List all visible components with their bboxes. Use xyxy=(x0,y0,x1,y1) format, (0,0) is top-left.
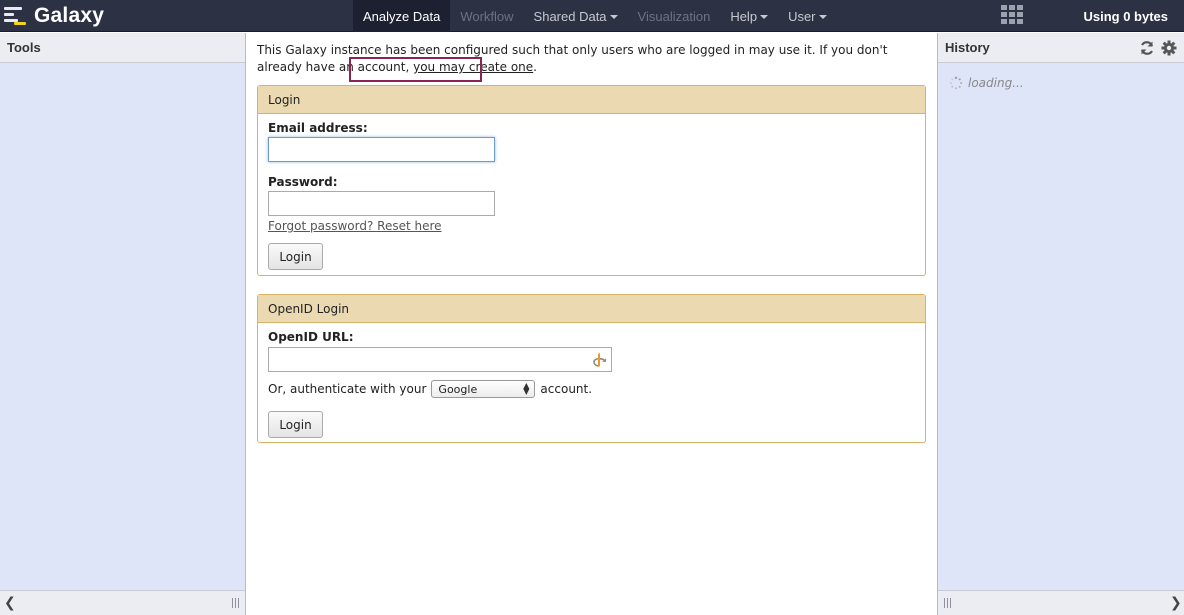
email-label: Email address: xyxy=(268,121,368,135)
tab-label: User xyxy=(788,8,816,24)
openid-url-label: OpenID URL: xyxy=(268,330,354,344)
history-loading: loading... xyxy=(949,76,1024,90)
loading-text: loading... xyxy=(968,76,1024,90)
forgot-password-link[interactable]: Forgot password? Reset here xyxy=(268,219,442,233)
openid-login-button[interactable]: Login xyxy=(268,411,323,438)
caret-down-icon xyxy=(760,15,769,19)
grid-icon[interactable] xyxy=(1001,5,1025,25)
history-panel-footer: ❯ xyxy=(938,590,1184,615)
brand[interactable]: Galaxy xyxy=(0,0,104,32)
tab-user[interactable]: User xyxy=(778,0,836,32)
main-nav: Analyze Data Workflow Shared Data Visual… xyxy=(353,0,837,32)
auth-prefix-text: Or, authenticate with your xyxy=(268,382,427,396)
openid-provider-row: Or, authenticate with your Google ▲ ▼ acc… xyxy=(268,380,592,398)
tab-label: Help xyxy=(730,8,758,24)
refresh-icon[interactable] xyxy=(1139,40,1155,56)
password-field[interactable] xyxy=(268,191,495,216)
openid-form-title: OpenID Login xyxy=(258,295,925,323)
caret-down-icon xyxy=(609,15,618,19)
login-form-title: Login xyxy=(258,86,925,114)
chevron-left-icon[interactable]: ❮ xyxy=(4,595,16,611)
tools-panel-footer: ❮ xyxy=(0,590,245,615)
galaxy-logo-icon xyxy=(0,0,32,32)
openid-icon xyxy=(593,353,606,367)
caret-down-icon xyxy=(818,15,827,19)
tab-analyze-data[interactable]: Analyze Data xyxy=(353,0,451,32)
tab-visualization[interactable]: Visualization xyxy=(628,0,721,32)
highlight-box xyxy=(349,57,482,82)
tools-panel: Tools ❮ xyxy=(0,33,246,615)
tab-help[interactable]: Help xyxy=(720,0,778,32)
select-arrows-icon: ▲ ▼ xyxy=(523,381,530,396)
brand-title[interactable]: Galaxy xyxy=(34,4,104,28)
gear-icon[interactable] xyxy=(1161,40,1177,56)
tools-panel-title: Tools xyxy=(7,40,41,55)
spinner-icon xyxy=(949,76,963,90)
selected-provider: Google xyxy=(438,382,478,396)
password-label: Password: xyxy=(268,175,338,189)
login-form: Login Email address: Password: Forgot pa… xyxy=(257,85,926,276)
openid-form: OpenID Login OpenID URL: Or, authenticat… xyxy=(257,294,926,443)
openid-url-field[interactable] xyxy=(268,347,612,372)
auth-suffix-text: account. xyxy=(540,382,593,396)
tab-label: Shared Data xyxy=(533,8,607,24)
tab-shared-data[interactable]: Shared Data xyxy=(524,0,628,32)
tab-label: Workflow xyxy=(460,8,514,24)
chevron-right-icon[interactable]: ❯ xyxy=(1170,595,1182,611)
tab-label: Visualization xyxy=(637,8,711,24)
tab-label: Analyze Data xyxy=(363,8,441,24)
resize-handle-icon[interactable] xyxy=(232,598,240,608)
resize-handle-icon[interactable] xyxy=(944,598,952,608)
email-field[interactable] xyxy=(268,137,495,162)
usage-indicator: Using 0 bytes xyxy=(1083,8,1168,24)
history-header-icons xyxy=(1139,40,1177,56)
center-panel: This Galaxy instance has been configured… xyxy=(247,33,937,615)
login-button[interactable]: Login xyxy=(268,243,323,270)
history-panel-header: History xyxy=(938,33,1184,63)
masthead: Galaxy Analyze Data Workflow Shared Data… xyxy=(0,0,1184,32)
tab-workflow[interactable]: Workflow xyxy=(450,0,523,32)
tools-panel-header: Tools xyxy=(0,33,245,63)
history-panel-title: History xyxy=(945,40,990,55)
intro-punctuation: . xyxy=(533,60,537,74)
openid-provider-select[interactable]: Google ▲ ▼ xyxy=(431,380,536,398)
history-panel: History loading... ❯ xyxy=(937,33,1184,615)
